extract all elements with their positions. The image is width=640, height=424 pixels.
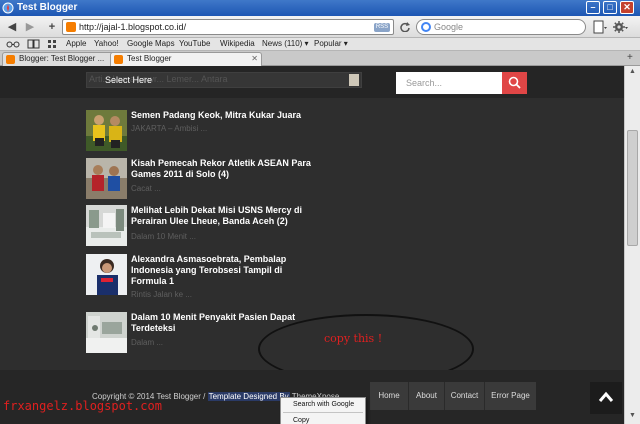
scrollbar-thumb[interactable]	[627, 130, 638, 246]
blog-page: Arti... Lama Lowr... Lemer... Antara Sel…	[0, 66, 624, 424]
blogger-favicon-icon	[114, 55, 123, 64]
forward-button[interactable]: ▶	[22, 19, 38, 35]
post-title[interactable]: Semen Padang Keok, Mitra Kukar Juara	[131, 110, 316, 121]
page-menu-icon[interactable]	[592, 19, 608, 35]
close-window-button[interactable]: ✕	[620, 1, 634, 14]
post-thumbnail[interactable]	[86, 205, 127, 246]
select-label: Select Here	[105, 75, 153, 85]
watermark-text: frxangelz.blogspot.com	[3, 399, 162, 413]
bookmark-popular[interactable]: Popular ▾	[314, 39, 348, 48]
tab-label: Blogger: Test Blogger ...	[19, 54, 105, 63]
scroll-down-arrow-icon[interactable]: ▼	[629, 412, 636, 419]
blog-search-button[interactable]	[502, 72, 527, 94]
post-snippet: JAKARTA – Ambisi ...	[131, 124, 208, 133]
post-item[interactable]: Kisah Pemecah Rekor Atletik ASEAN Para G…	[86, 158, 316, 200]
post-thumbnail[interactable]	[86, 254, 127, 295]
bookmark-wikipedia[interactable]: Wikipedia	[220, 39, 255, 48]
url-text: http://jajal-1.blogspot.co.id/	[79, 22, 187, 32]
post-snippet: Cacat ...	[131, 184, 161, 193]
refresh-icon[interactable]	[399, 22, 411, 32]
post-item[interactable]: Melihat Lebih Dekat Misi USNS Mercy di P…	[86, 205, 316, 247]
tab-close-icon[interactable]: ✕	[251, 53, 258, 65]
tab-label: Test Blogger	[127, 54, 172, 63]
book-icon[interactable]	[27, 39, 40, 49]
footer-nav-error-page[interactable]: Error Page	[484, 382, 536, 410]
bookmarks-bar: Apple Yahoo! Google Maps YouTube Wikiped…	[0, 38, 640, 51]
address-bar[interactable]: http://jajal-1.blogspot.co.id/ RSS	[62, 19, 394, 35]
top-sites-grid-icon[interactable]	[47, 39, 57, 49]
post-thumbnail[interactable]	[86, 158, 127, 199]
safari-compass-icon	[2, 2, 14, 14]
post-title[interactable]: Melihat Lebih Dekat Misi USNS Mercy di P…	[131, 205, 316, 227]
navigation-toolbar: ◀ ▶ + http://jajal-1.blogspot.co.id/ RSS…	[0, 16, 640, 38]
window-title: Test Blogger	[17, 2, 78, 13]
post-title[interactable]: Alexandra Asmasoebrata, Pembalap Indones…	[131, 254, 316, 287]
maximize-button[interactable]: □	[603, 1, 617, 14]
context-menu-copy[interactable]: Copy	[293, 417, 309, 424]
post-snippet: Dalam ...	[131, 338, 164, 347]
select-arrow-icon	[349, 74, 359, 86]
post-snippet: Rintis Jalan ke ...	[131, 290, 192, 299]
title-bar: Test Blogger – □ ✕	[0, 0, 640, 16]
footer-nav-home[interactable]: Home	[370, 382, 408, 410]
search-field[interactable]: Google	[416, 19, 586, 35]
bookmark-apple[interactable]: Apple	[66, 39, 86, 48]
chevron-up-icon	[598, 391, 614, 402]
footer-nav-contact[interactable]: Contact	[444, 382, 484, 410]
minimize-button[interactable]: –	[586, 1, 600, 14]
reading-list-glasses-icon[interactable]	[6, 40, 20, 48]
post-snippet: Dalam 10 Menit ...	[131, 232, 196, 241]
search-icon	[508, 76, 521, 89]
browser-window: Test Blogger – □ ✕ ◀ ▶ + http://jajal-1.…	[0, 0, 640, 424]
back-button[interactable]: ◀	[4, 19, 20, 35]
new-tab-button[interactable]: +	[627, 52, 633, 63]
tab-bar: Blogger: Test Blogger ... ✕ Test Blogger…	[0, 51, 640, 66]
annotation-text: copy this !	[324, 332, 383, 345]
designed-by-text: Template Designed By	[207, 392, 290, 401]
category-select[interactable]: Arti... Lama Lowr... Lemer... Antara Sel…	[86, 72, 362, 88]
blog-top-bar: Arti... Lama Lowr... Lemer... Antara Sel…	[0, 66, 624, 98]
bookmark-yahoo[interactable]: Yahoo!	[94, 39, 119, 48]
add-bookmark-button[interactable]: +	[44, 19, 60, 35]
bookmark-news[interactable]: News (110) ▾	[262, 39, 309, 48]
scroll-up-arrow-icon[interactable]: ▲	[629, 68, 636, 75]
rss-badge[interactable]: RSS	[374, 23, 390, 32]
google-icon	[421, 22, 431, 32]
bookmark-youtube[interactable]: YouTube	[179, 39, 210, 48]
post-thumbnail[interactable]	[86, 110, 127, 151]
context-menu-search-google[interactable]: Search with Google	[293, 401, 354, 408]
post-item[interactable]: Semen Padang Keok, Mitra Kukar Juara JAK…	[86, 110, 316, 152]
footer-nav-about[interactable]: About	[408, 382, 444, 410]
context-menu-separator	[283, 412, 363, 413]
post-title[interactable]: Kisah Pemecah Rekor Atletik ASEAN Para G…	[131, 158, 316, 180]
vertical-scrollbar[interactable]: ▲ ▼	[624, 66, 640, 424]
context-menu: Search with Google Copy	[280, 397, 366, 424]
tab-test-blogger[interactable]: Test Blogger ✕	[110, 52, 262, 66]
blogger-favicon-icon	[66, 22, 76, 32]
back-to-top-button[interactable]	[590, 382, 622, 414]
post-item[interactable]: Alexandra Asmasoebrata, Pembalap Indones…	[86, 254, 316, 299]
search-field-placeholder: Google	[434, 22, 464, 32]
post-thumbnail[interactable]	[86, 312, 127, 353]
blog-search-input[interactable]: Search...	[396, 72, 502, 94]
blogger-favicon-icon	[6, 55, 15, 64]
bookmark-google-maps[interactable]: Google Maps	[127, 39, 175, 48]
settings-gear-icon[interactable]	[612, 19, 628, 35]
